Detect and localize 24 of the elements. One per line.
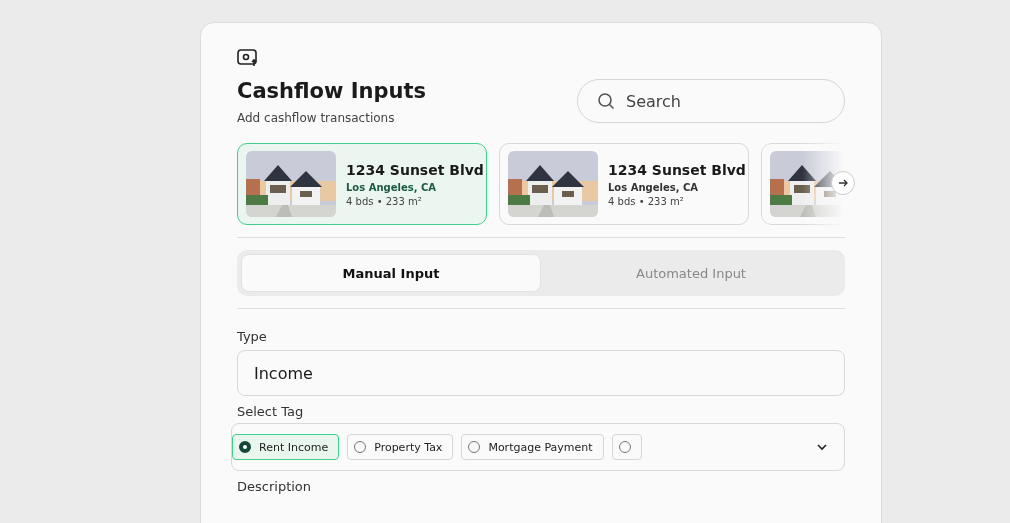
search-field[interactable]: Search — [577, 79, 845, 123]
tag-option[interactable]: Mortgage Payment — [461, 434, 604, 460]
arrow-right-icon — [838, 178, 848, 188]
camera-upload-icon[interactable] — [237, 47, 259, 67]
page-subtitle: Add cashflow transactions — [237, 111, 396, 125]
property-card[interactable]: 1234 Sunset Blvd Los Angeles, CA 4 bds • 233 m² — [237, 143, 487, 225]
select-tag-label: Select Tag — [237, 404, 304, 419]
property-card[interactable]: 1234 Sunset Blvd Los Angeles, CA 4 bds • 233 m² — [499, 143, 749, 225]
chevron-down-icon[interactable] — [816, 441, 828, 453]
tag-option[interactable]: Rent Income — [232, 434, 340, 460]
property-address: 1234 Sunset Blvd — [608, 161, 746, 178]
page-title: Cashflow Inputs — [237, 79, 428, 103]
tag-dropdown[interactable]: Rent Income Property Tax Mortgage Payment — [231, 423, 845, 471]
property-details: 4 bds • 233 m² — [608, 195, 685, 207]
description-label: Description — [237, 479, 312, 494]
property-city: Los Angeles, CA — [346, 181, 437, 193]
property-city: Los Angeles, CA — [608, 181, 699, 193]
tag-option[interactable]: Property Tax — [347, 434, 454, 460]
next-arrow-button[interactable] — [831, 171, 855, 195]
property-address: 1234 Sunset Blvd — [346, 161, 484, 178]
property-details: 4 bds • 233 m² — [346, 195, 423, 207]
type-field[interactable]: Income — [237, 350, 845, 396]
type-label: Type — [237, 329, 267, 344]
mode-tab[interactable]: Manual Input — [241, 254, 541, 292]
